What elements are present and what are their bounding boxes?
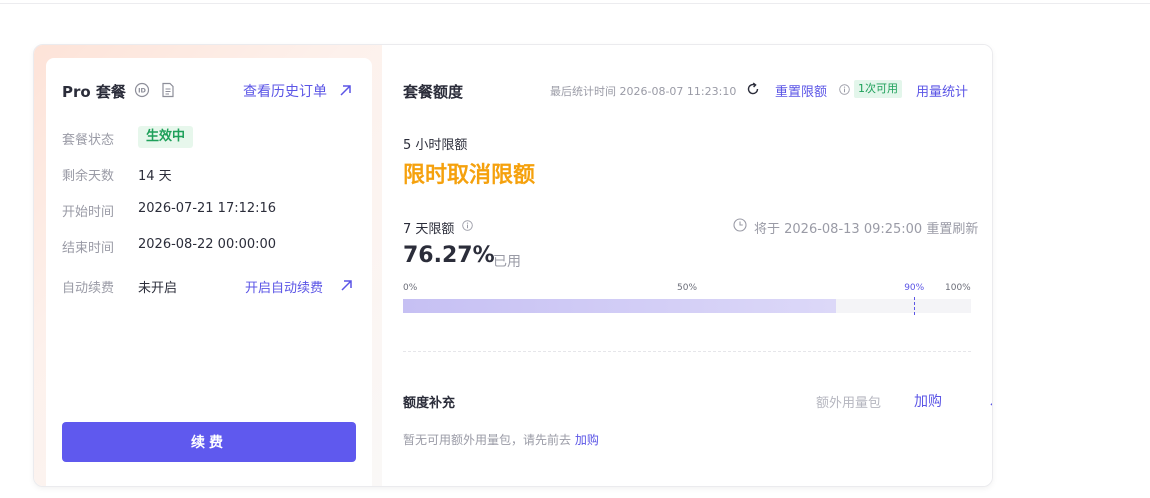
clock-icon	[733, 218, 747, 232]
last-stat-time: 最后统计时间 2026-08-07 11:23:10	[550, 85, 737, 98]
end-time-label: 结束时间	[62, 241, 115, 256]
threshold-marker	[914, 297, 916, 315]
info-icon[interactable]	[462, 220, 473, 231]
section-divider	[403, 351, 971, 352]
seven-day-reset-time: 将于 2026-08-13 09:25:00 重置刷新	[754, 222, 979, 237]
supplement-title: 额度补充	[403, 396, 456, 411]
history-orders-link[interactable]: 查看历史订单	[243, 81, 327, 101]
plan-info: Pro 套餐 ID 查看历史订单 套餐状态 生效中 剩余天数 14 天 开始时间…	[46, 58, 372, 486]
reset-quota-link[interactable]: 重置限额	[775, 81, 827, 100]
remaining-days-value: 14 天	[138, 169, 172, 184]
five-hour-limit-value: 限时取消限额	[403, 163, 536, 188]
renew-button[interactable]: 续费	[62, 422, 356, 462]
plan-title: Pro 套餐	[62, 83, 126, 101]
top-divider	[0, 3, 1150, 4]
tick-50: 50%	[677, 283, 698, 293]
reset-available-badge: 1次可用	[854, 80, 902, 98]
svg-text:ID: ID	[138, 87, 146, 95]
plan-panel: Pro 套餐 ID 查看历史订单 套餐状态 生效中 剩余天数 14 天 开始时间…	[34, 45, 382, 486]
remaining-days-label: 剩余天数	[62, 169, 115, 184]
start-time-label: 开始时间	[62, 205, 115, 220]
enable-autorenew-link[interactable]: 开启自动续费	[245, 277, 323, 296]
usage-progress-bar	[403, 297, 971, 315]
plan-card: Pro 套餐 ID 查看历史订单 套餐状态 生效中 剩余天数 14 天 开始时间…	[33, 44, 993, 487]
tick-90: 90%	[904, 283, 925, 293]
arrow-up-right-icon[interactable]	[339, 84, 352, 97]
autorenew-label: 自动续费	[62, 281, 115, 296]
tick-0: 0%	[403, 283, 418, 293]
start-time-value: 2026-07-21 17:12:16	[138, 201, 277, 216]
extra-package-tab[interactable]: 额外用量包	[816, 392, 881, 411]
seven-day-limit-label: 7 天限额	[403, 222, 455, 237]
autorenew-value: 未开启	[138, 281, 178, 296]
quota-panel: 套餐额度 最后统计时间 2026-08-07 11:23:10 重置限额 1次可…	[382, 45, 992, 486]
document-icon[interactable]	[160, 82, 176, 98]
five-hour-limit-label: 5 小时限额	[403, 138, 468, 153]
usage-progress-fill	[403, 299, 837, 313]
buy-extra-link[interactable]: 加购	[914, 391, 942, 411]
arrow-up-right-icon[interactable]	[989, 394, 993, 407]
used-percent: 76.27%	[403, 243, 495, 268]
empty-extra-message: 暂无可用额外用量包，请先前去 加购	[403, 431, 599, 448]
status-badge: 生效中	[138, 126, 194, 148]
refresh-icon[interactable]	[746, 82, 760, 96]
arrow-up-right-icon[interactable]	[340, 279, 353, 292]
quota-title: 套餐额度	[403, 83, 464, 101]
info-icon[interactable]	[839, 84, 850, 95]
id-icon[interactable]: ID	[134, 82, 150, 98]
used-label: 已用	[493, 254, 521, 270]
usage-stats-link[interactable]: 用量统计	[916, 81, 968, 100]
tick-100: 100%	[945, 283, 971, 293]
status-label: 套餐状态	[62, 133, 115, 148]
empty-buy-link[interactable]: 加购	[575, 433, 599, 447]
empty-extra-text: 暂无可用额外用量包，请先前去	[403, 433, 572, 447]
end-time-value: 2026-08-22 00:00:00	[138, 237, 277, 252]
